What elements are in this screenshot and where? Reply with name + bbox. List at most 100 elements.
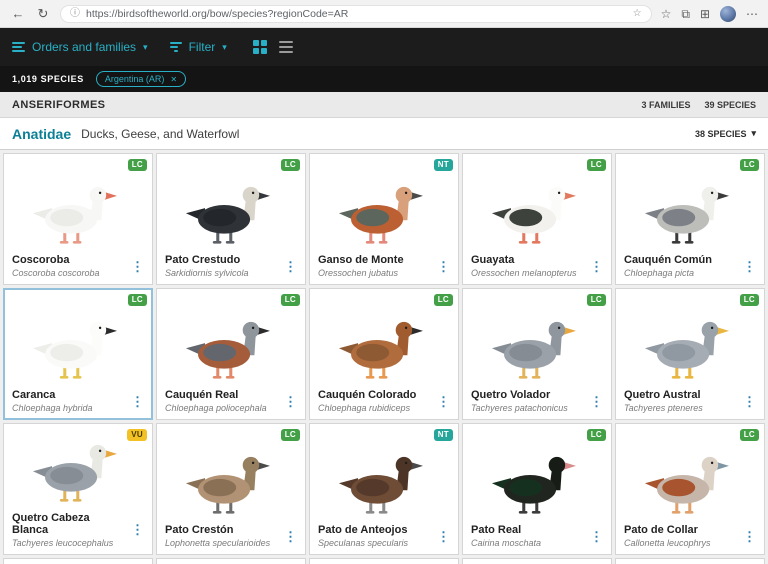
species-count: 1,019 SPECIES bbox=[12, 74, 84, 84]
conservation-status-badge: LC bbox=[280, 429, 300, 441]
species-card[interactable]: LC Pato Crestudo Sarkidiornis sylvicola … bbox=[156, 153, 306, 285]
remove-filter-icon[interactable]: ✕ bbox=[170, 75, 177, 84]
species-name: Pato Crestón bbox=[165, 524, 234, 537]
species-scientific-name: Sarkidiornis sylvicola bbox=[165, 268, 249, 278]
species-scientific-name: Tachyeres patachonicus bbox=[471, 403, 568, 413]
species-card[interactable]: LC Cauquén Real Chloephaga poliocephala … bbox=[156, 288, 306, 420]
species-menu-icon[interactable]: ⋮ bbox=[739, 395, 760, 408]
species-scientific-name: Tachyeres pteneres bbox=[624, 403, 703, 413]
family-header: Anatidae Ducks, Geese, and Waterfowl 38 … bbox=[0, 118, 768, 150]
species-menu-icon[interactable]: ⋮ bbox=[280, 395, 301, 408]
next-row-card-partial bbox=[156, 558, 306, 564]
species-menu-icon[interactable]: ⋮ bbox=[127, 523, 148, 536]
species-card[interactable]: LC Pato Real Cairina moschata ⋮ bbox=[462, 423, 612, 555]
next-row-card-partial bbox=[462, 558, 612, 564]
species-menu-icon[interactable]: ⋮ bbox=[586, 395, 607, 408]
chevron-down-icon: ▾ bbox=[751, 128, 756, 138]
conservation-status-badge: NT bbox=[433, 429, 453, 441]
species-menu-icon[interactable]: ⋮ bbox=[433, 260, 454, 273]
species-name: Quetro Volador bbox=[471, 389, 551, 402]
species-card[interactable]: VU Quetro Cabeza Blanca Tachyeres leucoc… bbox=[3, 423, 153, 555]
species-name: Cauquén Colorado bbox=[318, 389, 417, 402]
bird-illustration-icon bbox=[644, 457, 729, 514]
species-scientific-name: Oressochen jubatus bbox=[318, 268, 399, 278]
bird-illustration-icon bbox=[644, 322, 729, 379]
conservation-status-badge: LC bbox=[586, 429, 606, 441]
species-card-text: Quetro Austral Tachyeres pteneres ⋮ bbox=[616, 387, 764, 419]
refresh-icon[interactable]: ↻ bbox=[35, 7, 51, 20]
species-card[interactable]: LC Cauquén Común Chloephaga picta ⋮ bbox=[615, 153, 765, 285]
species-card[interactable]: LC Pato Crestón Lophonetta specularioide… bbox=[156, 423, 306, 555]
species-name: Pato de Collar bbox=[624, 524, 698, 537]
conservation-status-badge: LC bbox=[739, 294, 759, 306]
apps-grid-icon[interactable]: ⊞ bbox=[700, 8, 710, 20]
bookmark-star-icon[interactable]: ☆ bbox=[633, 8, 642, 19]
back-icon[interactable]: ← bbox=[10, 7, 26, 20]
bird-illustration-icon bbox=[338, 187, 423, 244]
species-card[interactable]: LC Cauquén Colorado Chloephaga rubidicep… bbox=[309, 288, 459, 420]
species-menu-icon[interactable]: ⋮ bbox=[127, 395, 148, 408]
species-card[interactable]: NT Ganso de Monte Oressochen jubatus ⋮ bbox=[309, 153, 459, 285]
species-scientific-name: Oressochen melanopterus bbox=[471, 268, 577, 278]
site-info-icon[interactable]: ⓘ bbox=[70, 8, 80, 19]
collections-icon[interactable]: ⧉ bbox=[681, 8, 690, 20]
species-menu-icon[interactable]: ⋮ bbox=[127, 260, 148, 273]
order-meta: 3 FAMILIES 39 SPECIES bbox=[641, 100, 756, 110]
species-menu-icon[interactable]: ⋮ bbox=[433, 530, 454, 543]
family-species-count-toggle[interactable]: 38 SPECIES ▾ bbox=[695, 128, 756, 139]
species-card[interactable]: LC Guayata Oressochen melanopterus ⋮ bbox=[462, 153, 612, 285]
species-card[interactable]: LC Coscoroba Coscoroba coscoroba ⋮ bbox=[3, 153, 153, 285]
profile-avatar[interactable] bbox=[720, 5, 736, 22]
species-card-text: Quetro Volador Tachyeres patachonicus ⋮ bbox=[463, 387, 611, 419]
family-species-count: 38 SPECIES bbox=[694, 128, 747, 139]
species-menu-icon[interactable]: ⋮ bbox=[433, 395, 454, 408]
species-card-text: Ganso de Monte Oressochen jubatus ⋮ bbox=[310, 252, 458, 284]
orders-list-icon bbox=[12, 42, 25, 52]
species-card-text: Cauquén Real Chloephaga poliocephala ⋮ bbox=[157, 387, 305, 419]
species-menu-icon[interactable]: ⋮ bbox=[586, 530, 607, 543]
orders-families-dropdown[interactable]: Orders and families ▾ bbox=[12, 40, 148, 54]
species-grid: LC Coscoroba Coscoroba coscoroba ⋮ LC Pa… bbox=[0, 150, 768, 558]
grid-view-icon[interactable] bbox=[252, 40, 267, 54]
species-card[interactable]: LC Quetro Volador Tachyeres patachonicus… bbox=[462, 288, 612, 420]
filter-dropdown[interactable]: Filter ▾ bbox=[169, 40, 227, 54]
species-name: Coscoroba bbox=[12, 254, 70, 267]
species-card-text: Guayata Oressochen melanopterus ⋮ bbox=[463, 252, 611, 284]
next-row-card-partial bbox=[615, 558, 765, 564]
species-menu-icon[interactable]: ⋮ bbox=[280, 530, 301, 543]
species-scientific-name: Callonetta leucophrys bbox=[624, 538, 711, 548]
species-card[interactable]: LC Caranca Chloephaga hybrida ⋮ bbox=[3, 288, 153, 420]
region-filter-chip[interactable]: Argentina (AR) ✕ bbox=[95, 71, 187, 87]
filter-funnel-icon bbox=[169, 42, 182, 52]
address-bar[interactable]: ⓘ https://birdsoftheworld.org/bow/specie… bbox=[60, 4, 652, 23]
bird-illustration-icon bbox=[644, 187, 729, 244]
species-scientific-name: Chloephaga rubidiceps bbox=[318, 403, 411, 413]
species-scientific-name: Chloephaga hybrida bbox=[12, 403, 93, 413]
bird-illustration-icon bbox=[185, 322, 270, 379]
species-card-text: Cauquén Común Chloephaga picta ⋮ bbox=[616, 252, 764, 284]
order-families-count: 3 FAMILIES bbox=[641, 99, 691, 110]
species-card[interactable]: LC Pato de Collar Callonetta leucophrys … bbox=[615, 423, 765, 555]
bird-illustration-icon bbox=[491, 187, 576, 244]
species-card-text: Caranca Chloephaga hybrida ⋮ bbox=[4, 387, 152, 419]
species-menu-icon[interactable]: ⋮ bbox=[739, 260, 760, 273]
species-menu-icon[interactable]: ⋮ bbox=[739, 530, 760, 543]
species-name: Quetro Cabeza Blanca bbox=[12, 511, 90, 537]
bird-illustration-icon bbox=[32, 322, 117, 379]
family-name-link[interactable]: Anatidae bbox=[12, 126, 71, 142]
species-card[interactable]: NT Pato de Anteojos Speculanas speculari… bbox=[309, 423, 459, 555]
species-name: Cauquén Común bbox=[624, 254, 712, 267]
list-view-icon[interactable] bbox=[278, 41, 293, 53]
species-card[interactable]: LC Quetro Austral Tachyeres pteneres ⋮ bbox=[615, 288, 765, 420]
species-menu-icon[interactable]: ⋮ bbox=[280, 260, 301, 273]
conservation-status-badge: LC bbox=[280, 159, 300, 171]
species-card-text: Pato Crestudo Sarkidiornis sylvicola ⋮ bbox=[157, 252, 305, 284]
species-menu-icon[interactable]: ⋮ bbox=[586, 260, 607, 273]
species-name: Caranca bbox=[12, 389, 56, 402]
bird-illustration-icon bbox=[185, 187, 270, 244]
filter-label: Filter bbox=[188, 40, 216, 54]
next-row-card-partial bbox=[309, 558, 459, 564]
species-name: Pato Real bbox=[471, 524, 522, 537]
favorites-icon[interactable]: ☆ bbox=[661, 8, 672, 20]
browser-menu-icon[interactable]: ⋯ bbox=[746, 8, 758, 20]
